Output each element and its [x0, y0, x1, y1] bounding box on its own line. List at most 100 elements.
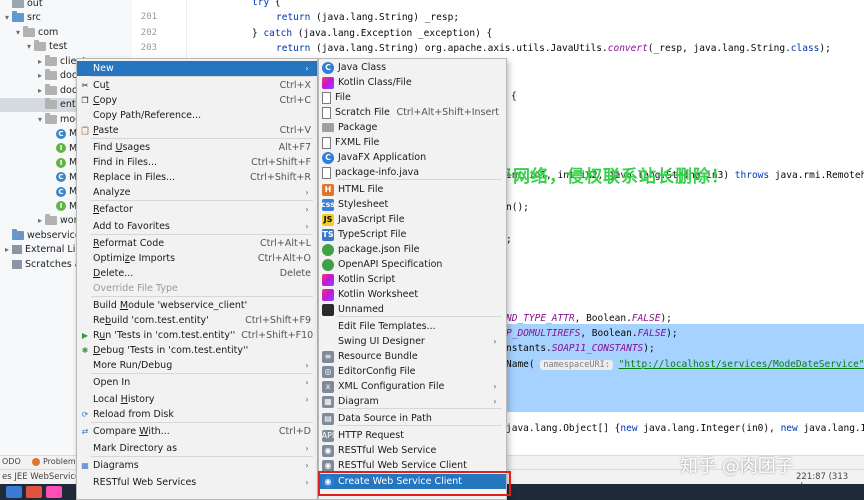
menu-item-label: Refactor: [93, 204, 133, 215]
menu-item-label: Optimize Imports: [93, 253, 176, 264]
menu-item-new[interactable]: New ›: [77, 61, 317, 76]
menu-item-package[interactable]: Package: [319, 120, 506, 135]
tree-item-label: doc: [60, 84, 78, 96]
code-line: nstants.SOAP11_CONSTANTS);: [506, 343, 655, 354]
code-line: java.lang.Object[] {new java.lang.Intege…: [506, 423, 864, 434]
menu-item-delete[interactable]: Delete... Delete: [77, 266, 317, 281]
menu-item-stylesheet[interactable]: css Stylesheet: [319, 197, 506, 212]
interface-icon: I: [56, 157, 66, 168]
menu-item-java-class[interactable]: C Java Class: [319, 60, 506, 75]
menu-item-reload-from-disk[interactable]: ⟳ Reload from Disk: [77, 407, 317, 422]
menu-item-javafx-application[interactable]: C JavaFX Application: [319, 150, 506, 165]
menu-item-label: Resource Bundle: [338, 351, 418, 362]
menu-item-add-to-favorites[interactable]: Add to Favorites ›: [77, 219, 317, 234]
menu-item-debug-tests-in-com-test-entity[interactable]: ✱ Debug 'Tests in 'com.test.entity'': [77, 343, 317, 358]
collapsed-chevron-icon[interactable]: ▸: [35, 86, 45, 95]
menu-item-override-file-type[interactable]: Override File Type: [77, 281, 317, 296]
xml-icon: x: [322, 380, 334, 393]
submenu-arrow-icon: ›: [305, 395, 309, 404]
menu-item-html-file[interactable]: H HTML File: [319, 182, 506, 197]
menu-item-cut[interactable]: ✂ Cut Ctrl+X: [77, 78, 317, 93]
menu-item-kotlin-worksheet[interactable]: Kotlin Worksheet: [319, 287, 506, 302]
expanded-chevron-icon[interactable]: ▾: [35, 115, 45, 124]
menu-item-typescript-file[interactable]: TS TypeScript File: [319, 227, 506, 242]
menu-item-reformat-code[interactable]: Reformat Code Ctrl+Alt+L: [77, 236, 317, 251]
menu-item-xml-configuration-file[interactable]: x XML Configuration File ›: [319, 379, 506, 394]
kotlin-icon: [322, 76, 334, 89]
submenu-arrow-icon: ›: [305, 461, 309, 470]
shortcut-label: Ctrl+Shift+F9: [245, 315, 311, 326]
tree-item-out[interactable]: out: [0, 0, 132, 10]
menu-item-find-usages[interactable]: Find Usages Alt+F7: [77, 140, 317, 155]
tree-item-src[interactable]: ▾ src: [0, 11, 132, 25]
menu-item-restful-web-services[interactable]: RESTful Web Services ›: [77, 475, 317, 490]
menu-item-label: Scratch File: [335, 107, 390, 118]
menu-item-label: Reformat Code: [93, 238, 165, 249]
menu-item-open-in[interactable]: Open In ›: [77, 375, 317, 390]
menu-icon-spacer: [322, 336, 334, 348]
collapsed-chevron-icon[interactable]: ▸: [35, 216, 45, 225]
expanded-chevron-icon[interactable]: ▾: [2, 13, 12, 22]
menu-item-compare-with[interactable]: ⇄ Compare With... Ctrl+D: [77, 424, 317, 439]
menu-item-http-request[interactable]: API HTTP Request: [319, 428, 506, 443]
menu-item-label: Stylesheet: [338, 199, 389, 210]
shortcut-label: Ctrl+V: [279, 125, 311, 136]
menu-item-copy[interactable]: ❐ Copy Ctrl+C: [77, 93, 317, 108]
menu-item-mark-directory-as[interactable]: Mark Directory as ›: [77, 441, 317, 456]
menu-item-kotlin-class-file[interactable]: Kotlin Class/File: [319, 75, 506, 90]
shortcut-label: Ctrl+X: [279, 80, 311, 91]
menu-item-paste[interactable]: 📋 Paste Ctrl+V: [77, 123, 317, 138]
menu-item-unnamed[interactable]: Unnamed: [319, 302, 506, 317]
menu-item-javascript-file[interactable]: JS JavaScript File: [319, 212, 506, 227]
menu-item-resource-bundle[interactable]: ≡ Resource Bundle: [319, 349, 506, 364]
menu-item-data-source-in-path[interactable]: ▤ Data Source in Path: [319, 411, 506, 426]
todo-tab[interactable]: ODO: [2, 457, 21, 466]
tree-item-label: src: [27, 12, 41, 23]
menu-item-refactor[interactable]: Refactor ›: [77, 202, 317, 217]
menu-item-label: RESTful Web Services: [93, 477, 197, 488]
interface-icon: I: [56, 143, 66, 153]
menu-item-local-history[interactable]: Local History ›: [77, 392, 317, 407]
menu-item-build-module-webservice-client[interactable]: Build Module 'webservice_client': [77, 298, 317, 313]
menu-item-diagram[interactable]: ▦ Diagram ›: [319, 394, 506, 409]
collapsed-chevron-icon[interactable]: ▸: [35, 57, 45, 66]
menu-item-more-run-debug[interactable]: More Run/Debug ›: [77, 358, 317, 373]
menu-separator: [91, 76, 313, 77]
menu-item-package-json-file[interactable]: package.json File: [319, 242, 506, 257]
menu-item-optimize-imports[interactable]: Optimize Imports Ctrl+Alt+O: [77, 251, 317, 266]
menu-item-diagrams[interactable]: ▦ Diagrams ›: [77, 458, 317, 473]
shortcut-label: Ctrl+Shift+R: [249, 172, 311, 183]
menu-item-restful-web-service[interactable]: ◉ RESTful Web Service: [319, 443, 506, 458]
menu-separator: [91, 296, 313, 297]
problems-tab[interactable]: Problems: [43, 457, 80, 466]
expanded-chevron-icon[interactable]: ▾: [24, 42, 34, 51]
package-icon: [322, 123, 334, 132]
class-icon: C: [56, 172, 66, 182]
menu-item-find-in-files[interactable]: Find in Files... Ctrl+Shift+F: [77, 155, 317, 170]
menu-item-run-tests-in-com-test-entity[interactable]: ▶ Run 'Tests in 'com.test.entity'' Ctrl+Sh…: [77, 328, 317, 343]
collapsed-chevron-icon[interactable]: ▸: [35, 71, 45, 80]
submenu-arrow-icon: ›: [305, 64, 309, 73]
reload-icon: ⟳: [81, 410, 89, 419]
menu-item-fxml-file[interactable]: FXML File: [319, 135, 506, 150]
menu-item-openapi-specification[interactable]: OpenAPI Specification: [319, 257, 506, 272]
expanded-chevron-icon[interactable]: ▾: [13, 28, 23, 37]
tree-item-com[interactable]: ▾ com: [0, 25, 132, 39]
collapsed-chevron-icon[interactable]: ▸: [2, 245, 12, 254]
tree-item-test[interactable]: ▾ test: [0, 40, 132, 54]
menu-item-swing-ui-designer[interactable]: Swing UI Designer ›: [319, 334, 506, 349]
taskbar-app-icon[interactable]: [46, 486, 62, 498]
menu-item-copy-path-reference[interactable]: Copy Path/Reference...: [77, 108, 317, 123]
menu-item-scratch-file[interactable]: Scratch File Ctrl+Alt+Shift+Insert: [319, 105, 506, 120]
menu-item-replace-in-files[interactable]: Replace in Files... Ctrl+Shift+R: [77, 170, 317, 185]
menu-item-package-info-java[interactable]: package-info.java: [319, 165, 506, 180]
menu-item-kotlin-script[interactable]: Kotlin Script: [319, 272, 506, 287]
menu-item-rebuild-com-test-entity[interactable]: Rebuild 'com.test.entity' Ctrl+Shift+F9: [77, 313, 317, 328]
taskbar-app-icon[interactable]: [26, 486, 42, 498]
menu-item-editorconfig-file[interactable]: ◎ EditorConfig File: [319, 364, 506, 379]
menu-item-file[interactable]: File: [319, 90, 506, 105]
menu-item-analyze[interactable]: Analyze ›: [77, 185, 317, 200]
new-submenu: C Java Class Kotlin Class/File File Scratch …: [318, 58, 507, 500]
menu-item-edit-file-templates[interactable]: Edit File Templates...: [319, 319, 506, 334]
taskbar-app-icon[interactable]: [6, 486, 22, 498]
